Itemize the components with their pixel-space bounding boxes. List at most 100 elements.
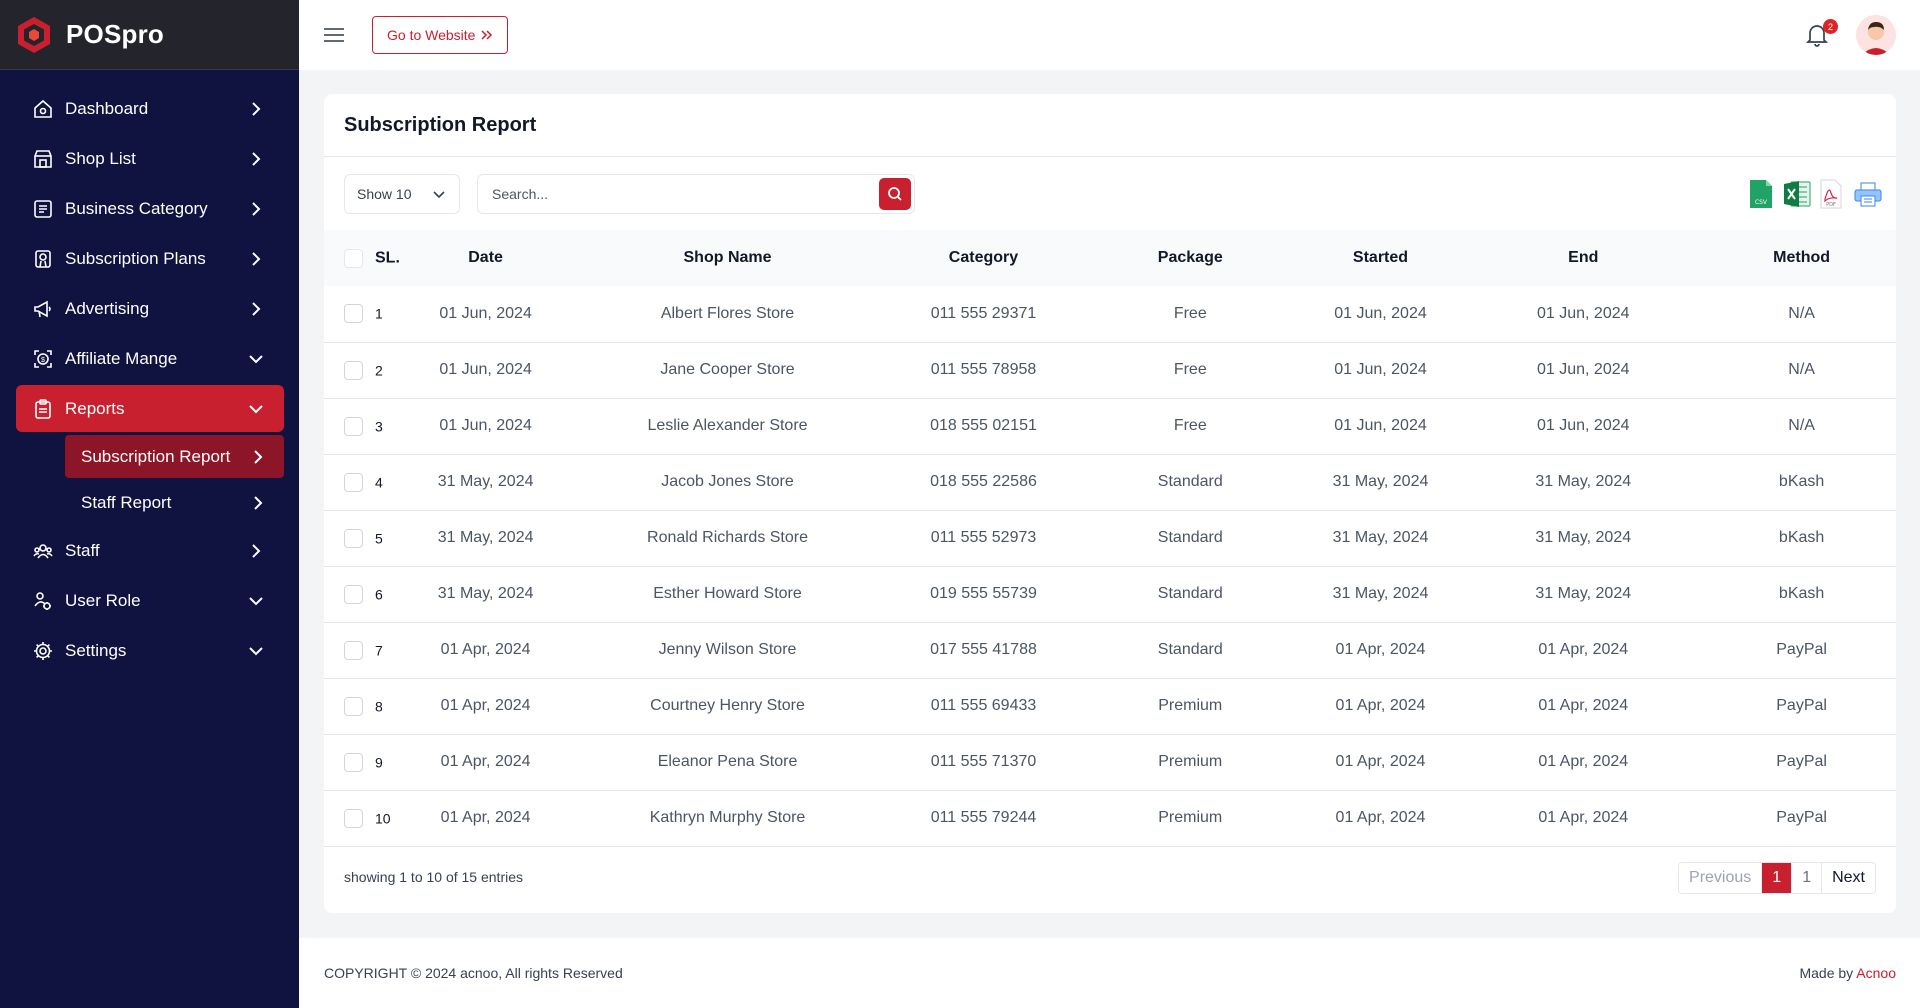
- sidebar-item-staff[interactable]: Staff: [16, 527, 284, 574]
- sidebar-item-label: Advertising: [65, 298, 150, 318]
- sidebar-item-label: Dashboard: [65, 98, 149, 118]
- sidebar-item-user-role[interactable]: User Role: [16, 577, 284, 624]
- sidebar-item-label: Affiliate Mange: [65, 348, 178, 368]
- notification-button[interactable]: 2: [1804, 19, 1838, 50]
- cell-package: Standard: [1157, 641, 1223, 658]
- print-button[interactable]: [1854, 179, 1882, 209]
- cell-end: 01 Apr, 2024: [1538, 753, 1629, 770]
- cell-category: 011 555 29371: [930, 304, 1037, 322]
- header-shop-name[interactable]: Shop Name: [567, 230, 888, 286]
- cell-category: 018 555 02151: [930, 417, 1037, 434]
- chevron-right-icon: [246, 249, 266, 269]
- made-by-link[interactable]: Acnoo: [1856, 965, 1896, 981]
- cell-shop-name: Courtney Henry Store: [650, 697, 805, 714]
- cell-date: 01 Jun, 2024: [439, 361, 532, 378]
- cell-date: 31 May, 2024: [437, 585, 534, 602]
- header-started[interactable]: Started: [1302, 230, 1460, 286]
- cell-category: 011 555 79244: [930, 809, 1037, 826]
- cell-method: bKash: [1778, 529, 1825, 546]
- row-checkbox[interactable]: [344, 640, 363, 660]
- cell-end: 01 Apr, 2024: [1538, 697, 1629, 714]
- cell-date: 01 Apr, 2024: [440, 641, 531, 658]
- row-checkbox[interactable]: [344, 360, 363, 380]
- cell-started: 31 May, 2024: [1332, 529, 1429, 546]
- previous-button[interactable]: Previous: [1679, 863, 1761, 893]
- row-checkbox[interactable]: [344, 472, 363, 492]
- notification-badge: 2: [1823, 19, 1838, 34]
- sidebar-subitem-subscription-report[interactable]: Subscription Report: [65, 435, 284, 478]
- badge-icon: [32, 248, 54, 270]
- sidebar-item-label: Reports: [65, 398, 125, 418]
- chevron-right-icon: [248, 447, 268, 467]
- excel-export-button[interactable]: [1783, 179, 1811, 209]
- sidebar-nav: Dashboard Shop List Business Category Su…: [0, 70, 299, 674]
- cell-shop-name: Leslie Alexander Store: [647, 417, 808, 434]
- cell-method: PayPal: [1776, 809, 1827, 826]
- sidebar-item-reports[interactable]: Reports: [16, 385, 284, 432]
- cell-package: Free: [1173, 304, 1207, 322]
- cell-end: 01 Apr, 2024: [1538, 641, 1629, 658]
- chevron-down-icon: [246, 641, 266, 661]
- sidebar-item-dashboard[interactable]: Dashboard: [16, 85, 284, 132]
- sidebar-item-subscription-plans[interactable]: Subscription Plans: [16, 235, 284, 282]
- chevron-right-icon: [246, 541, 266, 561]
- cell-end: 31 May, 2024: [1535, 529, 1632, 546]
- sidebar-subitem-staff-report[interactable]: Staff Report: [65, 481, 284, 524]
- show-entries-select[interactable]: Show 10: [344, 174, 460, 214]
- sidebar-item-settings[interactable]: Settings: [16, 627, 284, 674]
- row-checkbox[interactable]: [344, 416, 363, 436]
- cell-end: 01 Jun, 2024: [1536, 417, 1630, 434]
- pagination: Previous 1 1 Next: [1678, 862, 1876, 894]
- cell-started: 01 Apr, 2024: [1335, 809, 1426, 826]
- row-checkbox[interactable]: [344, 808, 363, 828]
- hamburger-menu-icon[interactable]: [319, 20, 349, 50]
- header-package[interactable]: Package: [1079, 230, 1302, 286]
- csv-export-button[interactable]: CSV: [1748, 179, 1776, 209]
- header-category[interactable]: Category: [888, 230, 1079, 286]
- search-button[interactable]: [879, 178, 911, 210]
- megaphone-icon: [32, 298, 54, 320]
- row-serial: 3: [375, 418, 383, 434]
- subscription-report-card: Subscription Report Show 10 CSV PDF SL. …: [324, 94, 1896, 913]
- row-checkbox[interactable]: [344, 528, 363, 548]
- search-input[interactable]: [478, 175, 879, 213]
- chevron-right-icon: [246, 199, 266, 219]
- row-serial: 8: [375, 698, 383, 714]
- row-checkbox[interactable]: [344, 584, 363, 604]
- cell-date: 01 Apr, 2024: [440, 697, 531, 714]
- cell-shop-name: Kathryn Murphy Store: [649, 809, 806, 826]
- printer-icon: [1854, 182, 1882, 207]
- row-checkbox[interactable]: [344, 696, 363, 716]
- go-to-website-button[interactable]: Go to Website: [372, 16, 509, 54]
- avatar[interactable]: [1856, 15, 1896, 55]
- cell-date: 31 May, 2024: [437, 529, 534, 546]
- page-button[interactable]: 1: [1791, 863, 1821, 893]
- header-method[interactable]: Method: [1707, 230, 1896, 286]
- excel-file-icon: [1784, 181, 1811, 207]
- brand[interactable]: POSpro: [0, 0, 299, 70]
- next-button[interactable]: Next: [1821, 863, 1875, 893]
- select-all-checkbox[interactable]: [344, 248, 363, 268]
- sidebar-item-affiliate[interactable]: $ Affiliate Mange: [16, 335, 284, 382]
- sidebar-item-label: Shop List: [65, 148, 136, 168]
- page-footer: COPYRIGHT © 2024 acnoo, All rights Reser…: [299, 938, 1920, 1008]
- cell-package: Standard: [1157, 473, 1223, 490]
- sidebar-item-business-category[interactable]: Business Category: [16, 185, 284, 232]
- cell-sl: 6: [324, 566, 404, 622]
- sidebar-item-advertising[interactable]: Advertising: [16, 285, 284, 332]
- made-by: Made by Acnoo: [1799, 965, 1896, 981]
- chevron-down-icon: [246, 349, 266, 369]
- header-end[interactable]: End: [1459, 230, 1707, 286]
- cell-end: 01 Apr, 2024: [1538, 809, 1629, 826]
- pdf-export-button[interactable]: PDF: [1819, 179, 1847, 209]
- header-date[interactable]: Date: [404, 230, 567, 286]
- search-icon: [888, 187, 902, 201]
- cell-sl: 2: [324, 342, 404, 398]
- row-checkbox[interactable]: [344, 752, 363, 772]
- row-serial: 7: [375, 642, 383, 658]
- cell-end: 31 May, 2024: [1535, 473, 1632, 490]
- sidebar-item-shop-list[interactable]: Shop List: [16, 135, 284, 182]
- topbar: Go to Website 2: [299, 0, 1920, 70]
- page-button-current[interactable]: 1: [1761, 863, 1792, 893]
- row-checkbox[interactable]: [344, 304, 363, 324]
